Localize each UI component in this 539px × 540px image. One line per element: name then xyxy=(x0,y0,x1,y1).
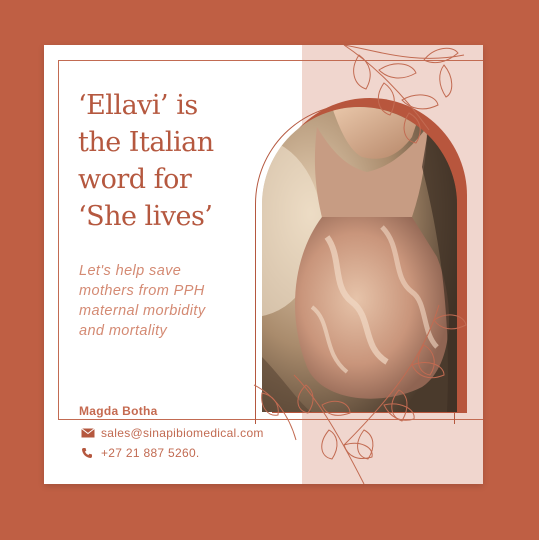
subtitle-line-3: maternal morbidity xyxy=(79,303,206,319)
pregnant-woman-photo xyxy=(262,107,457,412)
phone-icon xyxy=(81,447,95,459)
subtitle-line-4: and mortality xyxy=(79,323,168,339)
phone-row[interactable]: +27 21 887 5260. xyxy=(81,446,200,460)
contact-name: Magda Botha xyxy=(79,404,158,418)
subtitle: Let's help save mothers from PPH materna… xyxy=(79,261,279,341)
envelope-icon xyxy=(81,427,95,439)
subtitle-line-1: Let's help save xyxy=(79,263,182,279)
flyer-card: ‘Ellavi’ is the Italian word for ‘She li… xyxy=(44,45,483,484)
headline-line-1: ‘Ellavi’ is xyxy=(78,90,198,121)
subtitle-line-2: mothers from PPH xyxy=(79,283,205,299)
headline-line-2: the Italian xyxy=(78,127,214,158)
email-row[interactable]: sales@sinapibiomedical.com xyxy=(81,426,264,440)
phone-text[interactable]: +27 21 887 5260. xyxy=(101,446,200,460)
email-text[interactable]: sales@sinapibiomedical.com xyxy=(101,426,264,440)
